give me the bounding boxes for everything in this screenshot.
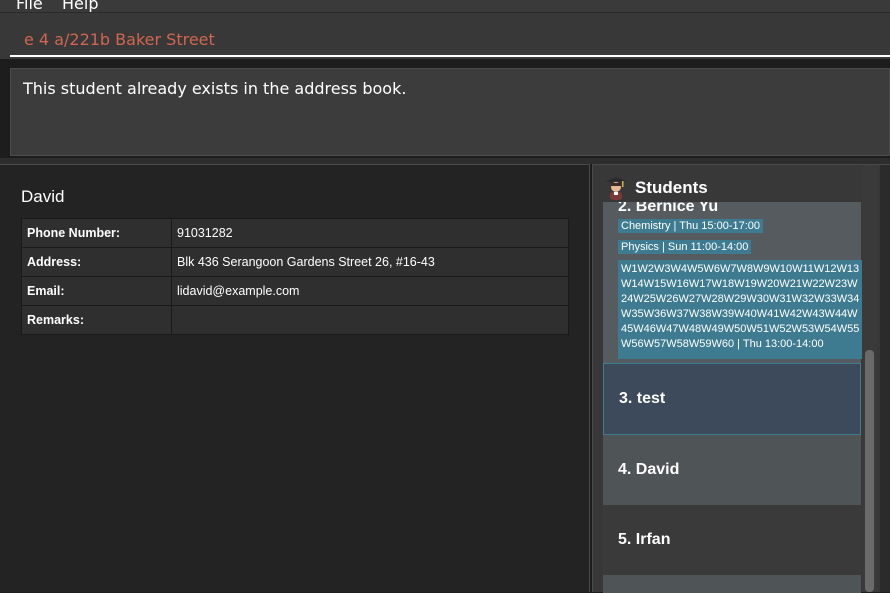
lesson-tag: Chemistry | Thu 15:00-17:00 [618, 219, 764, 233]
details-row: Remarks: [21, 305, 569, 335]
details-value: Blk 436 Serangoon Gardens Street 26, #16… [171, 247, 569, 277]
command-box [0, 13, 890, 59]
student-card[interactable]: 2. Bernice Yu Chemistry | Thu 15:00-17:0… [603, 202, 863, 363]
lesson-tag: Physics | Sun 11:00-14:00 [618, 240, 752, 254]
details-label: Phone Number: [21, 218, 172, 248]
student-card-name: 5. Irfan [618, 531, 671, 548]
student-card[interactable]: 4. David [603, 435, 861, 505]
student-avatar-icon [605, 176, 627, 200]
result-display: This student already exists in the addre… [10, 68, 890, 156]
student-card[interactable] [603, 575, 861, 593]
details-label: Address: [21, 247, 172, 277]
details-row: Address: Blk 436 Serangoon Gardens Stree… [21, 247, 569, 277]
window-edge [880, 165, 890, 592]
details-value: lidavid@example.com [171, 276, 569, 306]
details-value [171, 305, 569, 335]
student-details-panel: David Phone Number: 91031282 Address: Bl… [0, 164, 590, 592]
student-card-selected[interactable]: 3. test [603, 363, 861, 435]
student-card-name: 4. David [618, 461, 680, 478]
details-table: Phone Number: 91031282 Address: Blk 436 … [21, 218, 569, 335]
menu-bar: File Help [0, 0, 890, 13]
details-student-name: David [21, 187, 65, 206]
menu-help[interactable]: Help [62, 0, 98, 12]
details-label: Remarks: [21, 305, 172, 335]
student-list-panel: Students 2. Bernice Yu Chemistry | Thu 1… [592, 164, 890, 593]
command-input[interactable] [10, 27, 880, 51]
details-label: Email: [21, 276, 172, 306]
result-message: This student already exists in the addre… [23, 79, 407, 98]
student-list-header: Students [605, 175, 708, 201]
student-card-name: 3. test [619, 390, 666, 407]
menu-file[interactable]: File [16, 0, 43, 12]
student-card-name: 2. Bernice Yu [618, 202, 719, 215]
scrollbar-thumb[interactable] [865, 350, 874, 592]
command-underline [10, 55, 890, 57]
lesson-tag: W1W2W3W4W5W6W7W8W9W10W11W12W13W14W15W16W… [618, 260, 863, 359]
student-list-title: Students [635, 178, 708, 197]
details-row: Email: lidavid@example.com [21, 276, 569, 306]
student-card[interactable]: 5. Irfan [603, 505, 861, 575]
details-value: 91031282 [171, 218, 569, 248]
student-list[interactable]: 2. Bernice Yu Chemistry | Thu 15:00-17:0… [603, 202, 863, 593]
details-row: Phone Number: 91031282 [21, 218, 569, 248]
